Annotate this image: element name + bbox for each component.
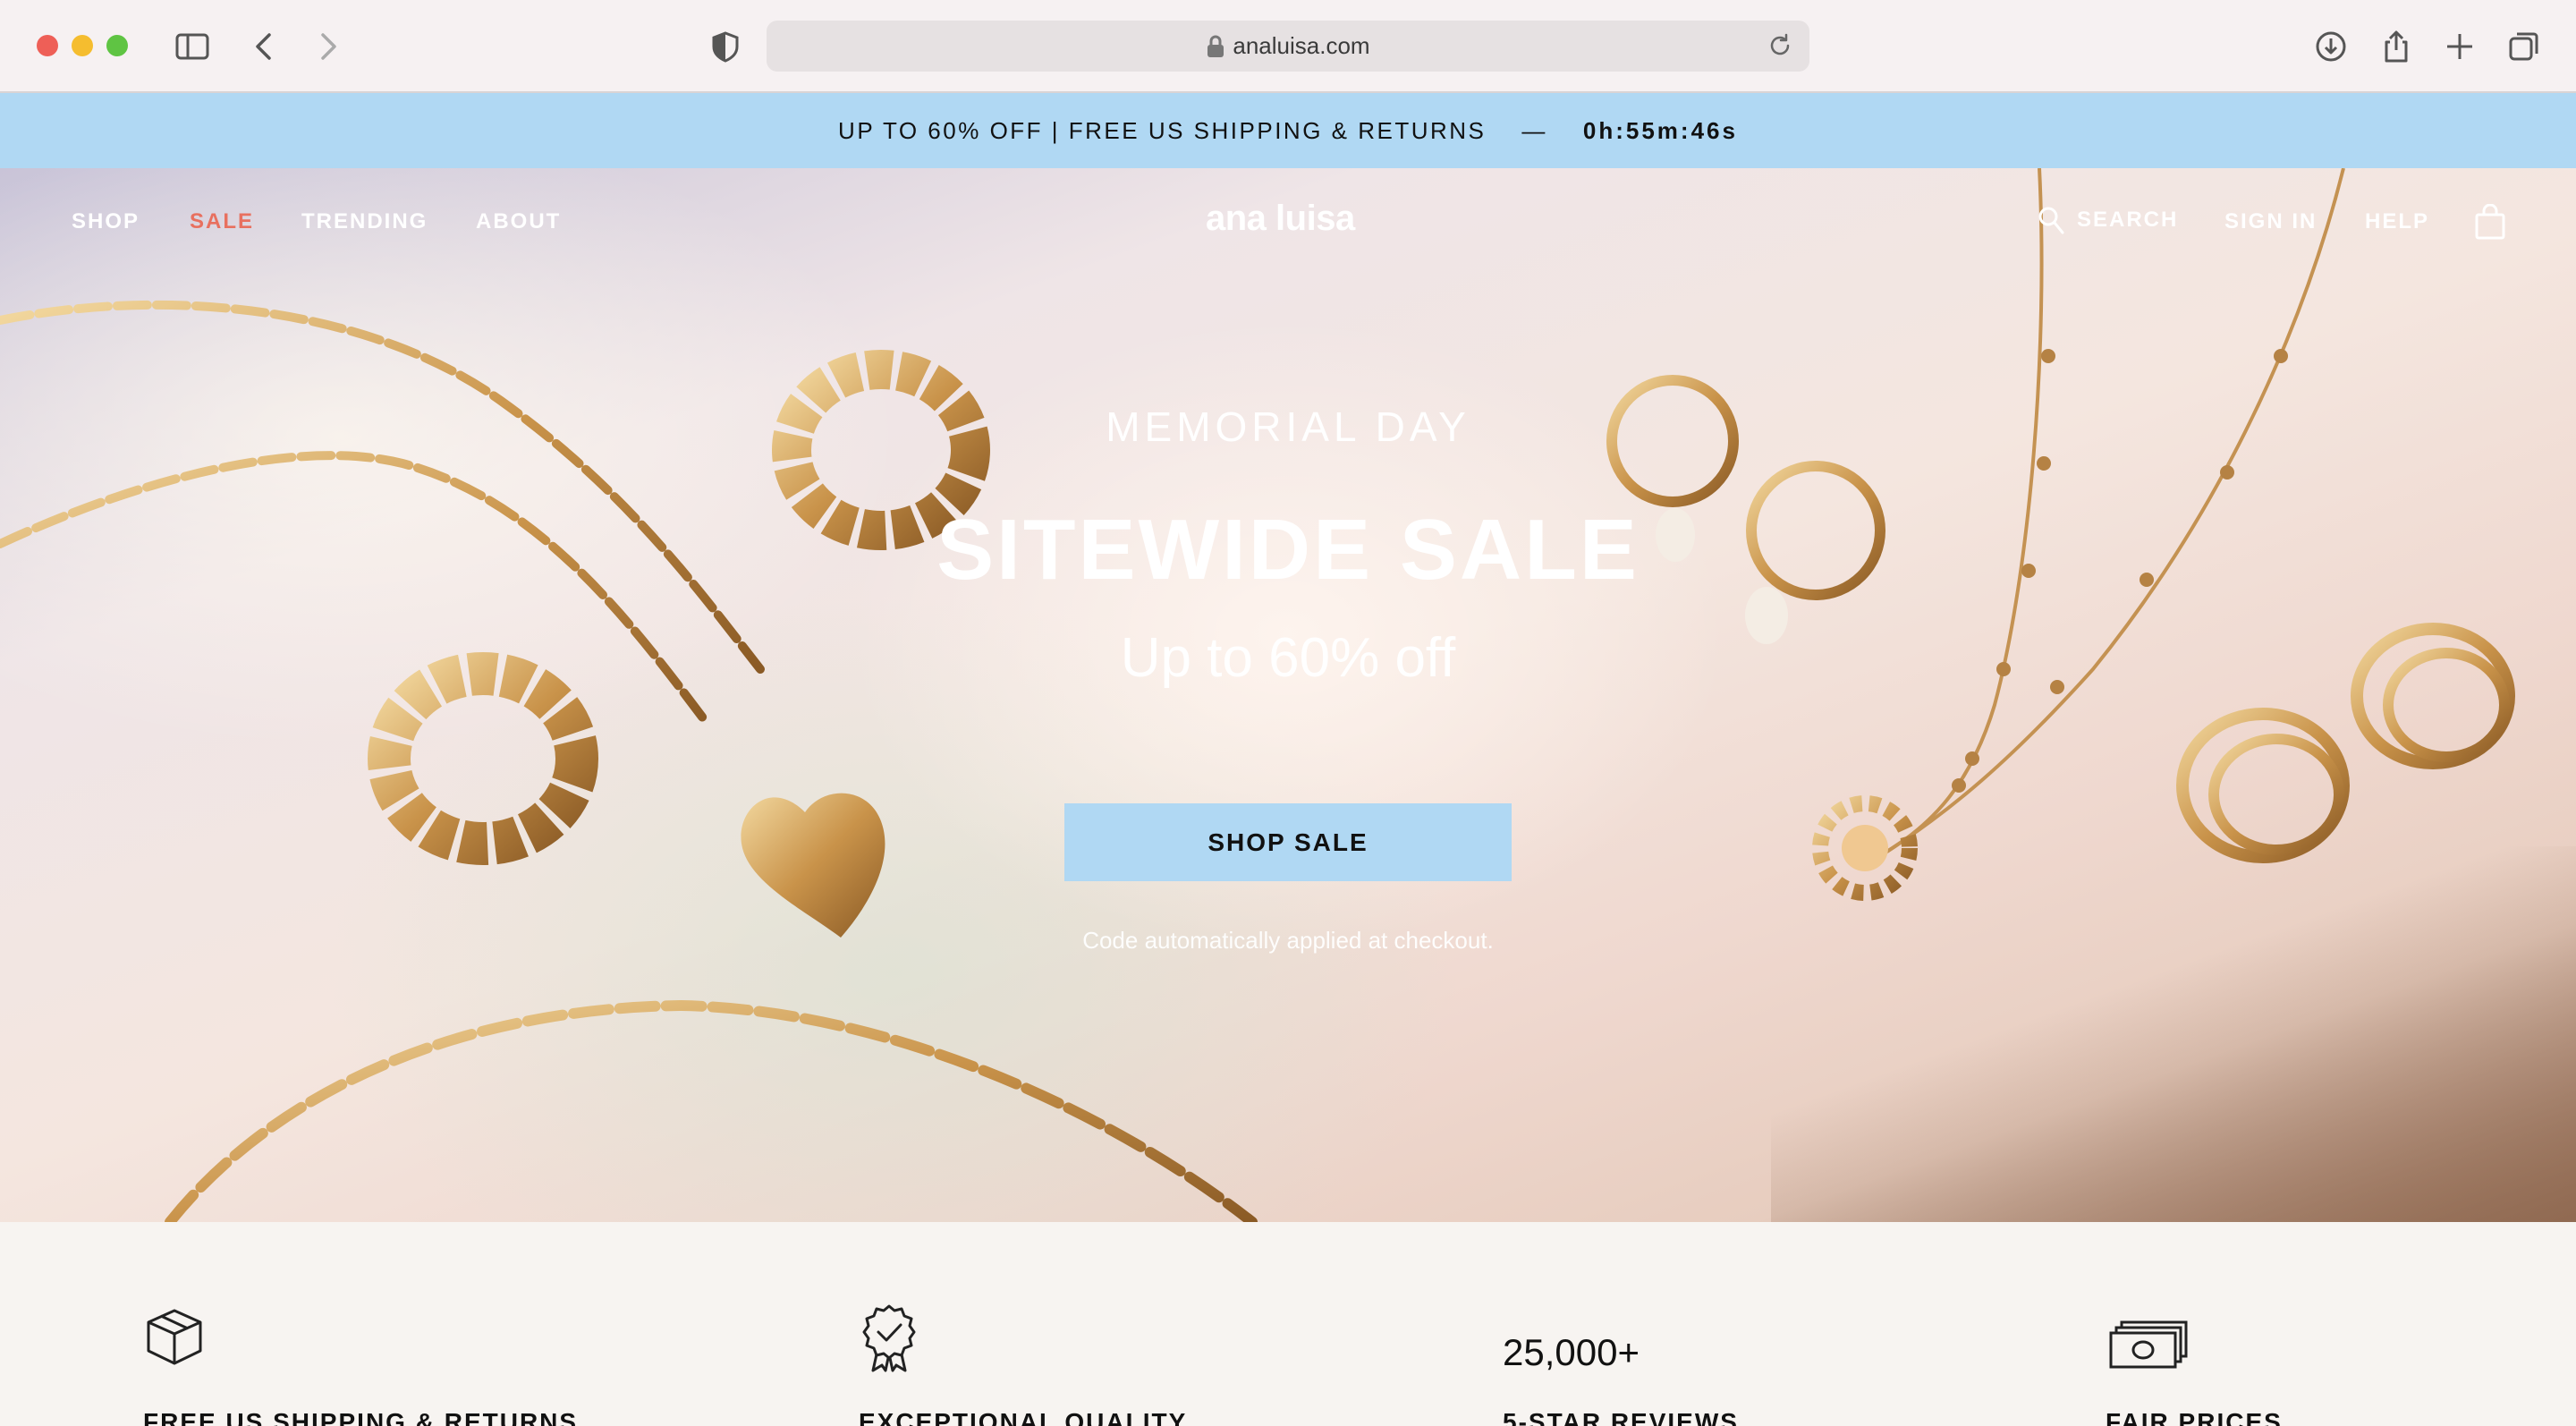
url-text: analuisa.com — [1233, 32, 1370, 59]
money-bills-icon — [2109, 1320, 2188, 1369]
package-box-icon — [147, 1309, 202, 1365]
hero-kicker: MEMORIAL DAY — [1106, 403, 1470, 450]
search-icon — [2038, 207, 2064, 234]
nav-help[interactable]: HELP — [2365, 209, 2429, 234]
new-tab-icon[interactable] — [2438, 25, 2481, 68]
share-icon[interactable] — [2375, 25, 2418, 68]
maximize-window-button[interactable] — [106, 35, 128, 56]
promo-text: UP TO 60% OFF | FREE US SHIPPING & RETUR… — [838, 116, 1487, 144]
quality-badge-icon — [862, 1304, 916, 1372]
forward-icon[interactable] — [306, 25, 349, 68]
nav-sale[interactable]: SALE — [190, 209, 254, 234]
shopping-bag-icon[interactable] — [2474, 204, 2506, 240]
features-strip — [0, 1222, 2576, 1426]
hero-banner: SHOP SALE TRENDING ABOUT ana luisa SEARC… — [0, 168, 2576, 1222]
nav-about[interactable]: ABOUT — [476, 209, 561, 234]
privacy-shield-icon[interactable] — [704, 25, 747, 68]
feature-quality: EXCEPTIONAL QUALITY — [859, 1408, 1188, 1426]
feature-reviews: 5-STAR REVIEWS — [1503, 1408, 1739, 1426]
feature-shipping: FREE US SHIPPING & RETURNS — [143, 1408, 579, 1426]
site-logo[interactable]: ana luisa — [1206, 199, 1355, 239]
nav-trending[interactable]: TRENDING — [301, 209, 428, 234]
reload-icon[interactable] — [1767, 32, 1793, 59]
nav-sign-in[interactable]: SIGN IN — [2224, 209, 2317, 234]
shop-sale-button[interactable]: SHOP SALE — [1064, 803, 1512, 881]
hero-subtitle: Up to 60% off — [1120, 627, 1456, 689]
sidebar-toggle-icon[interactable] — [171, 25, 214, 68]
reviews-count: 25,000+ — [1503, 1331, 1640, 1373]
hero-title: SITEWIDE SALE — [936, 502, 1640, 598]
feature-prices: FAIR PRICES — [2106, 1408, 2283, 1426]
search-label: SEARCH — [2077, 208, 2179, 232]
hero-jewelry-image — [0, 168, 2515, 1222]
close-window-button[interactable] — [37, 35, 58, 56]
hero-checkout-note: Code automatically applied at checkout. — [1082, 927, 1494, 954]
address-bar[interactable]: analuisa.com — [767, 21, 1809, 72]
minimize-window-button[interactable] — [72, 35, 93, 56]
nav-shop[interactable]: SHOP — [72, 209, 140, 234]
countdown-timer: 0h:55m:46s — [1582, 116, 1738, 144]
back-icon[interactable] — [243, 25, 286, 68]
promo-separator: — — [1521, 116, 1547, 144]
lock-icon — [1208, 35, 1224, 57]
tab-overview-icon[interactable] — [2503, 25, 2546, 68]
browser-toolbar: analuisa.com — [0, 0, 2576, 93]
search-button[interactable]: SEARCH — [2038, 206, 2178, 234]
promo-banner[interactable]: UP TO 60% OFF | FREE US SHIPPING & RETUR… — [0, 93, 2576, 168]
downloads-icon[interactable] — [2309, 25, 2352, 68]
